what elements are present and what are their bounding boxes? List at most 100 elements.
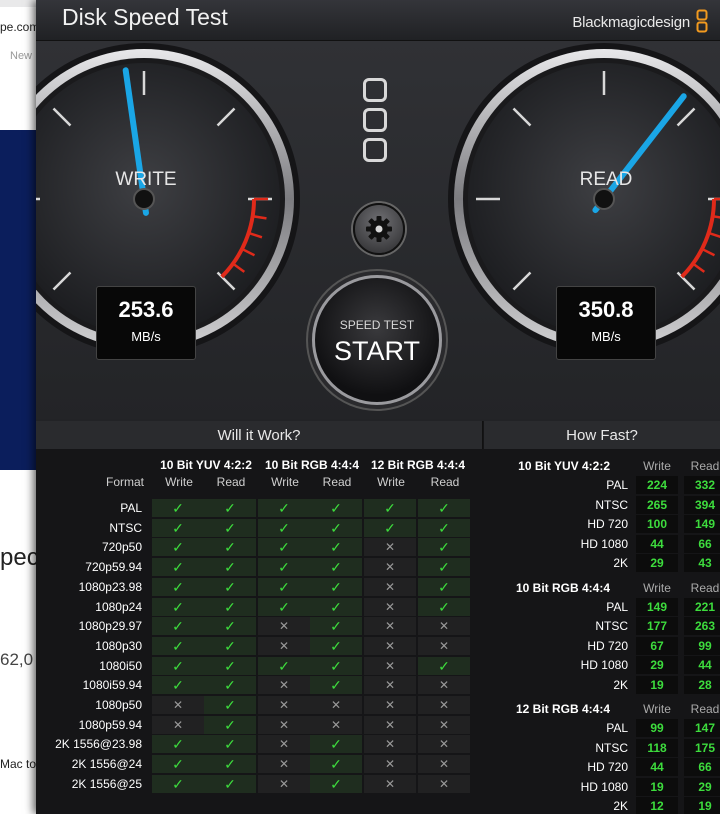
check-icon: ✓ (152, 774, 204, 793)
background-heading-fragment: peci (0, 544, 36, 571)
drive-select-square-1[interactable] (363, 78, 387, 102)
how-read-value: 263 (684, 617, 720, 635)
cross-icon: ✕ (364, 577, 416, 596)
how-fast-title: How Fast? (566, 427, 638, 444)
check-icon: ✓ (258, 499, 310, 517)
will-table-row: 1080p29.97 ✓ ✓ ✕ ✓ ✕ ✕ (44, 617, 472, 636)
settings-button[interactable] (353, 203, 405, 255)
how-write-value: 44 (636, 534, 678, 553)
will-table-row: 1080i50 ✓ ✓ ✓ ✓ ✕ ✓ (44, 656, 472, 676)
how-row-format: PAL (606, 478, 628, 492)
will-row-format: NTSC (109, 520, 142, 535)
cross-icon: ✕ (258, 617, 310, 636)
how-write-value: 149 (636, 597, 678, 616)
will-table-row: 1080p23.98 ✓ ✓ ✓ ✓ ✕ ✓ (44, 577, 472, 597)
check-icon: ✓ (204, 597, 256, 616)
how-write-value: 67 (636, 636, 678, 655)
check-icon: ✓ (204, 696, 256, 714)
check-icon: ✓ (152, 577, 204, 596)
will-group-header: 12 Bit RGB 4:4:4 (370, 458, 466, 472)
check-icon: ✓ (152, 538, 204, 557)
how-write-value: 44 (636, 758, 678, 776)
background-url-fragment: pe.com (0, 20, 36, 34)
will-row-format: 720p50 (101, 540, 142, 555)
will-row-format: 1080i59.94 (82, 678, 142, 693)
how-table-row: HD 1080 19 29 (498, 777, 720, 797)
check-icon: ✓ (364, 518, 416, 537)
will-table-row: 1080p30 ✓ ✓ ✕ ✓ ✕ ✕ (44, 636, 472, 656)
will-row-format: PAL (120, 501, 142, 515)
cross-icon: ✕ (364, 636, 416, 655)
gauge-panel: WRITE READ 253.6 MB/s 350.8 MB/s SPEED T… (36, 41, 720, 419)
check-icon: ✓ (152, 597, 204, 616)
will-row-format: 2K 1556@23.98 (55, 737, 142, 752)
how-row-format: NTSC (595, 619, 628, 633)
will-row-format: 720p59.94 (85, 560, 142, 575)
check-icon: ✓ (152, 499, 204, 517)
check-icon: ✓ (204, 499, 256, 517)
will-write-header: Write (377, 475, 405, 489)
write-speed-value: 253.6 (118, 297, 174, 322)
start-speed-test-button[interactable]: SPEED TEST START (312, 275, 442, 405)
how-table-row: HD 1080 29 44 (498, 656, 720, 675)
how-write-value: 100 (636, 515, 678, 533)
check-icon: ✓ (152, 518, 204, 537)
check-icon: ✓ (258, 656, 310, 675)
how-read-value: 66 (684, 758, 720, 776)
check-icon: ✓ (204, 774, 256, 793)
brand-mark-icon (696, 9, 708, 37)
background-tab-fragment: New (10, 50, 33, 62)
cross-icon: ✕ (418, 755, 470, 774)
cross-icon: ✕ (258, 735, 310, 754)
drive-select-square-3[interactable] (363, 138, 387, 162)
how-group-header: 10 Bit RGB 4:4:4 (515, 580, 610, 595)
app-title: Disk Speed Test (62, 4, 228, 30)
read-speed-value: 350.8 (578, 297, 634, 322)
check-icon: ✓ (418, 597, 470, 616)
will-table-row: 1080p50 ✕ ✓ ✕ ✕ ✕ ✕ (44, 696, 472, 715)
will-write-header: Write (271, 475, 299, 489)
how-read-header: Read (690, 580, 720, 595)
will-row-format: 1080p29.97 (78, 619, 142, 634)
how-read-value: 332 (684, 476, 720, 494)
check-icon: ✓ (152, 676, 204, 695)
cross-icon: ✕ (258, 755, 310, 774)
how-read-value: 28 (684, 675, 720, 694)
cross-icon: ✕ (364, 735, 416, 754)
check-icon: ✓ (152, 735, 204, 754)
will-table-row: 1080p59.94 ✕ ✓ ✕ ✕ ✕ ✕ (44, 715, 472, 735)
will-table-row: PAL ✓ ✓ ✓ ✓ ✓ ✓ (44, 499, 472, 518)
title-bar[interactable]: Disk Speed Test Blackmagicdesign (36, 0, 720, 41)
check-icon: ✓ (310, 755, 362, 774)
how-read-value: 175 (684, 738, 720, 757)
how-table-row: PAL 99 147 (498, 719, 720, 738)
will-table-row: 2K 1556@24 ✓ ✓ ✕ ✓ ✕ ✕ (44, 755, 472, 774)
brand-name: Blackmagicdesign (572, 14, 691, 31)
write-speed-readout: 253.6 MB/s (96, 286, 196, 360)
how-write-value: 224 (636, 476, 678, 494)
cross-icon: ✕ (364, 696, 416, 714)
how-write-header: Write (643, 459, 671, 473)
how-table-row: 2K 12 19 (498, 797, 720, 814)
how-row-format: NTSC (595, 497, 628, 512)
check-icon: ✓ (152, 558, 204, 577)
will-row-format: 1080p50 (95, 698, 142, 712)
check-icon: ✓ (310, 518, 362, 537)
how-row-format: HD 1080 (580, 658, 628, 672)
how-read-value: 99 (684, 636, 720, 655)
will-write-header: Write (165, 475, 193, 489)
results-tables: Will it Work? How Fast? Format 10 Bit YUV… (36, 421, 720, 814)
speed-test-label: SPEED TEST (339, 318, 415, 332)
how-read-value: 29 (684, 777, 720, 796)
check-icon: ✓ (204, 538, 256, 557)
format-column-header: Format (105, 475, 144, 489)
will-it-work-title: Will it Work? (217, 427, 301, 444)
will-table-row: 1080i59.94 ✓ ✓ ✕ ✓ ✕ ✕ (44, 676, 472, 695)
drive-select-square-2[interactable] (363, 108, 387, 132)
cross-icon: ✕ (364, 774, 416, 793)
check-icon: ✓ (418, 499, 470, 517)
check-icon: ✓ (152, 755, 204, 774)
how-read-value: 44 (684, 656, 720, 674)
check-icon: ✓ (204, 656, 256, 675)
how-read-header: Read (690, 702, 720, 716)
